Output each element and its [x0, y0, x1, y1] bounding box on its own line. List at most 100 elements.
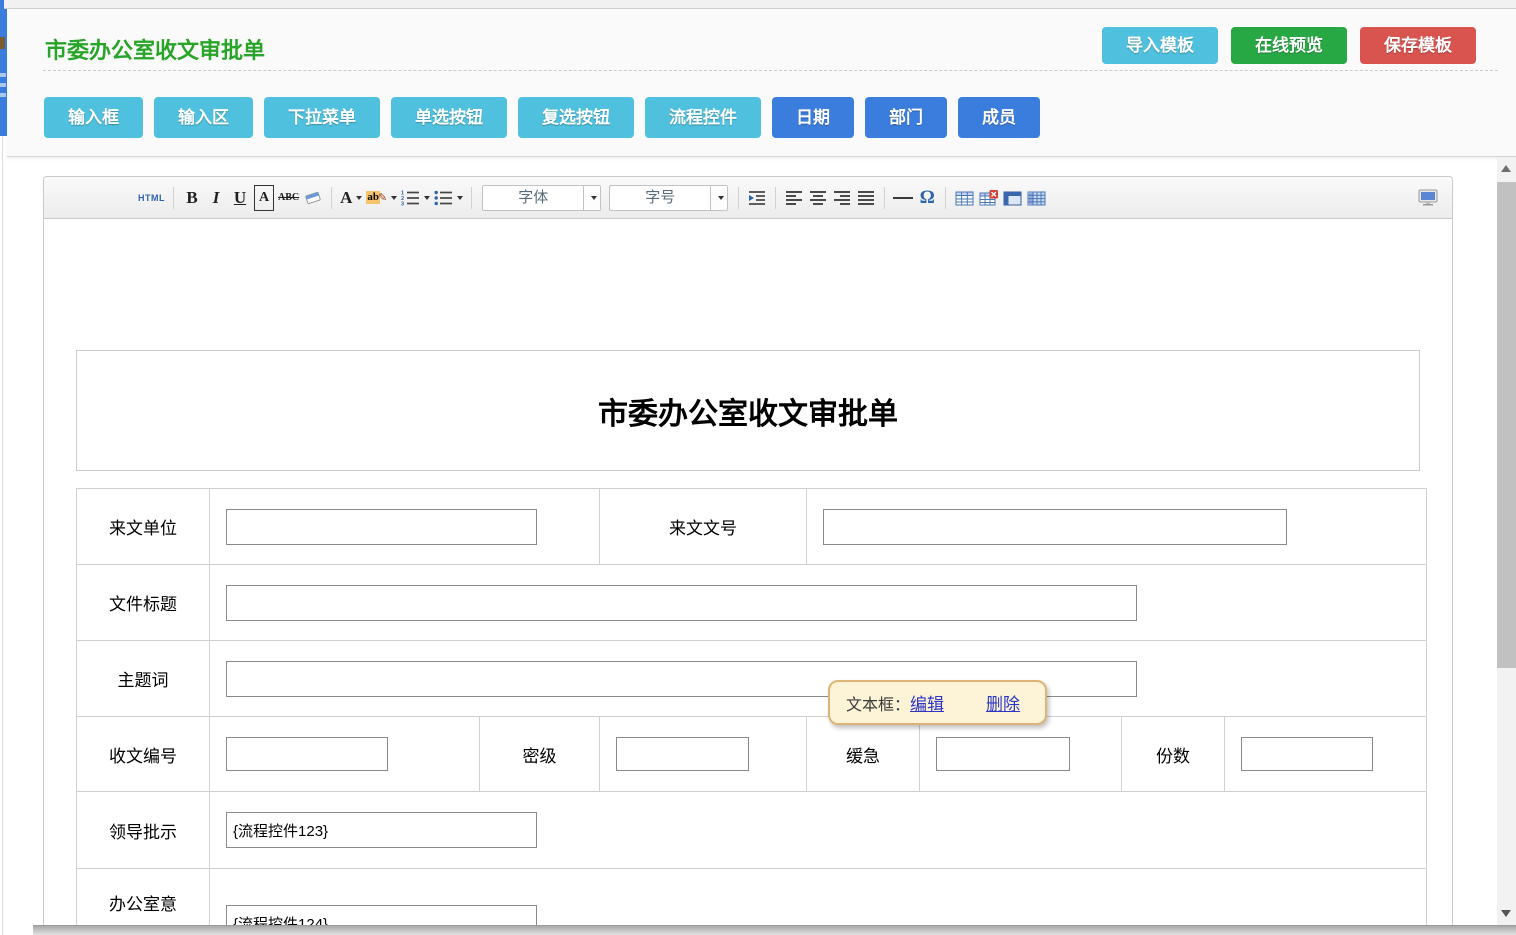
form-title-box: 市委办公室收文审批单 — [76, 350, 1420, 471]
svg-text:3: 3 — [401, 202, 404, 207]
chevron-down-icon — [457, 196, 463, 200]
keywords-cell — [210, 641, 1427, 717]
special-char-icon[interactable]: Ω — [917, 185, 937, 211]
save-template-button[interactable]: 保存模板 — [1360, 27, 1476, 64]
source-unit-label: 来文单位 — [77, 489, 210, 565]
urgency-cell — [920, 717, 1122, 792]
remove-format-eraser-icon[interactable] — [303, 185, 323, 211]
table-row: 来文单位 来文文号 — [77, 489, 1427, 565]
italic-icon[interactable]: I — [206, 185, 226, 211]
doc-title-input[interactable] — [226, 585, 1137, 621]
receipt-number-input[interactable] — [226, 737, 388, 771]
sidebar-icon-fragment — [0, 37, 5, 49]
doc-title-cell — [210, 565, 1427, 641]
page-title: 市委办公室收文审批单 — [45, 33, 265, 65]
chevron-down-icon — [718, 196, 724, 200]
fullscreen-icon[interactable] — [1418, 185, 1438, 211]
scrollbar-thumb[interactable] — [1497, 182, 1516, 668]
window-left-border — [2, 136, 3, 935]
cell-properties-icon[interactable] — [1026, 185, 1046, 211]
editor-content[interactable]: 市委办公室收文审批单 来文单位 来文文号 文件标题 主 — [44, 350, 1452, 925]
highlight-color-icon[interactable]: ab✎ — [366, 185, 397, 211]
vertical-scrollbar[interactable] — [1497, 157, 1516, 925]
date-button[interactable]: 日期 — [772, 97, 854, 138]
checkbox-button-button[interactable]: 复选按钮 — [518, 97, 634, 138]
online-preview-button[interactable]: 在线预览 — [1231, 27, 1347, 64]
scroll-down-arrow-icon[interactable] — [1501, 910, 1511, 917]
leader-note-cell — [210, 792, 1427, 869]
align-center-icon[interactable] — [808, 185, 828, 211]
table-row: 领导批示 — [77, 792, 1427, 869]
strikethrough-icon[interactable]: ABC — [278, 185, 299, 211]
toolbar-separator — [884, 187, 885, 209]
member-button[interactable]: 成员 — [958, 97, 1040, 138]
leader-note-input[interactable] — [226, 812, 537, 848]
urgency-input[interactable] — [936, 737, 1070, 771]
urgency-label: 缓急 — [807, 717, 920, 792]
align-left-icon[interactable] — [784, 185, 804, 211]
copies-input[interactable] — [1241, 737, 1373, 771]
secrecy-label: 密级 — [480, 717, 600, 792]
toolbar-separator — [471, 187, 472, 209]
dashed-divider — [43, 70, 1498, 71]
sidebar-icon-fragment — [0, 93, 6, 97]
secrecy-cell — [600, 717, 807, 792]
input-box-button[interactable]: 输入框 — [44, 97, 143, 138]
unordered-list-icon[interactable] — [434, 185, 463, 211]
insert-table-icon[interactable] — [954, 185, 974, 211]
department-button[interactable]: 部门 — [865, 97, 947, 138]
chevron-down-icon — [424, 196, 430, 200]
table-properties-icon[interactable] — [1002, 185, 1022, 211]
select-arrow-button[interactable] — [710, 186, 727, 210]
font-color-icon[interactable]: A — [340, 185, 362, 211]
delete-widget-link[interactable]: 删除 — [986, 690, 1020, 715]
form-title: 市委办公室收文审批单 — [598, 389, 898, 433]
select-arrow-button[interactable] — [583, 186, 600, 210]
ordered-list-icon[interactable]: 123 — [401, 185, 430, 211]
delete-table-icon[interactable] — [978, 185, 998, 211]
window-corner-fragment — [0, 0, 4, 9]
office-opinion-cell — [210, 869, 1427, 926]
source-code-icon[interactable]: HTML — [138, 185, 165, 211]
keywords-label: 主题词 — [77, 641, 210, 717]
copies-label: 份数 — [1122, 717, 1225, 792]
office-opinion-input[interactable] — [226, 905, 537, 925]
editor-toolbar: HTML B I U A ABC A ab✎ 123 — [44, 177, 1452, 219]
import-template-button[interactable]: 导入模板 — [1102, 27, 1218, 64]
align-justify-icon[interactable] — [856, 185, 876, 211]
chevron-down-icon — [591, 196, 597, 200]
doc-number-input[interactable] — [823, 509, 1287, 545]
sidebar-icon-fragment — [0, 73, 6, 77]
edit-widget-link[interactable]: 编辑 — [910, 690, 944, 715]
receipt-number-label: 收文编号 — [77, 717, 210, 792]
toolbar-separator — [775, 187, 776, 209]
chevron-down-icon — [356, 196, 362, 200]
quick-format-icon[interactable]: A — [254, 185, 274, 211]
source-unit-input[interactable] — [226, 509, 537, 545]
toolbar-separator — [738, 187, 739, 209]
indent-icon[interactable] — [747, 185, 767, 211]
toolbar-separator — [945, 187, 946, 209]
font-size-select[interactable]: 字号 — [609, 185, 728, 211]
underline-icon[interactable]: U — [230, 185, 250, 211]
copies-cell — [1225, 717, 1427, 792]
radio-button-button[interactable]: 单选按钮 — [391, 97, 507, 138]
doc-number-label: 来文文号 — [600, 489, 807, 565]
sidebar-edge-fragment — [0, 9, 7, 136]
window-bottom-strip — [33, 925, 1516, 935]
bold-icon[interactable]: B — [182, 185, 202, 211]
table-row: 办公室意 — [77, 869, 1427, 926]
header: 市委办公室收文审批单 导入模板 在线预览 保存模板 输入框 输入区 下拉菜单 单… — [7, 9, 1516, 157]
align-right-icon[interactable] — [832, 185, 852, 211]
table-row: 收文编号 密级 缓急 份数 — [77, 717, 1427, 792]
dropdown-menu-button[interactable]: 下拉菜单 — [264, 97, 380, 138]
secrecy-input[interactable] — [616, 737, 749, 771]
scroll-up-arrow-icon[interactable] — [1501, 165, 1511, 172]
flow-control-button[interactable]: 流程控件 — [645, 97, 761, 138]
chevron-down-icon — [391, 196, 397, 200]
leader-note-label: 领导批示 — [77, 792, 210, 869]
input-area-button[interactable]: 输入区 — [154, 97, 253, 138]
horizontal-rule-icon[interactable] — [893, 185, 913, 211]
field-widget-buttons: 输入框 输入区 下拉菜单 单选按钮 复选按钮 流程控件 日期 部门 成员 — [44, 97, 1040, 138]
font-family-select[interactable]: 字体 — [482, 185, 601, 211]
